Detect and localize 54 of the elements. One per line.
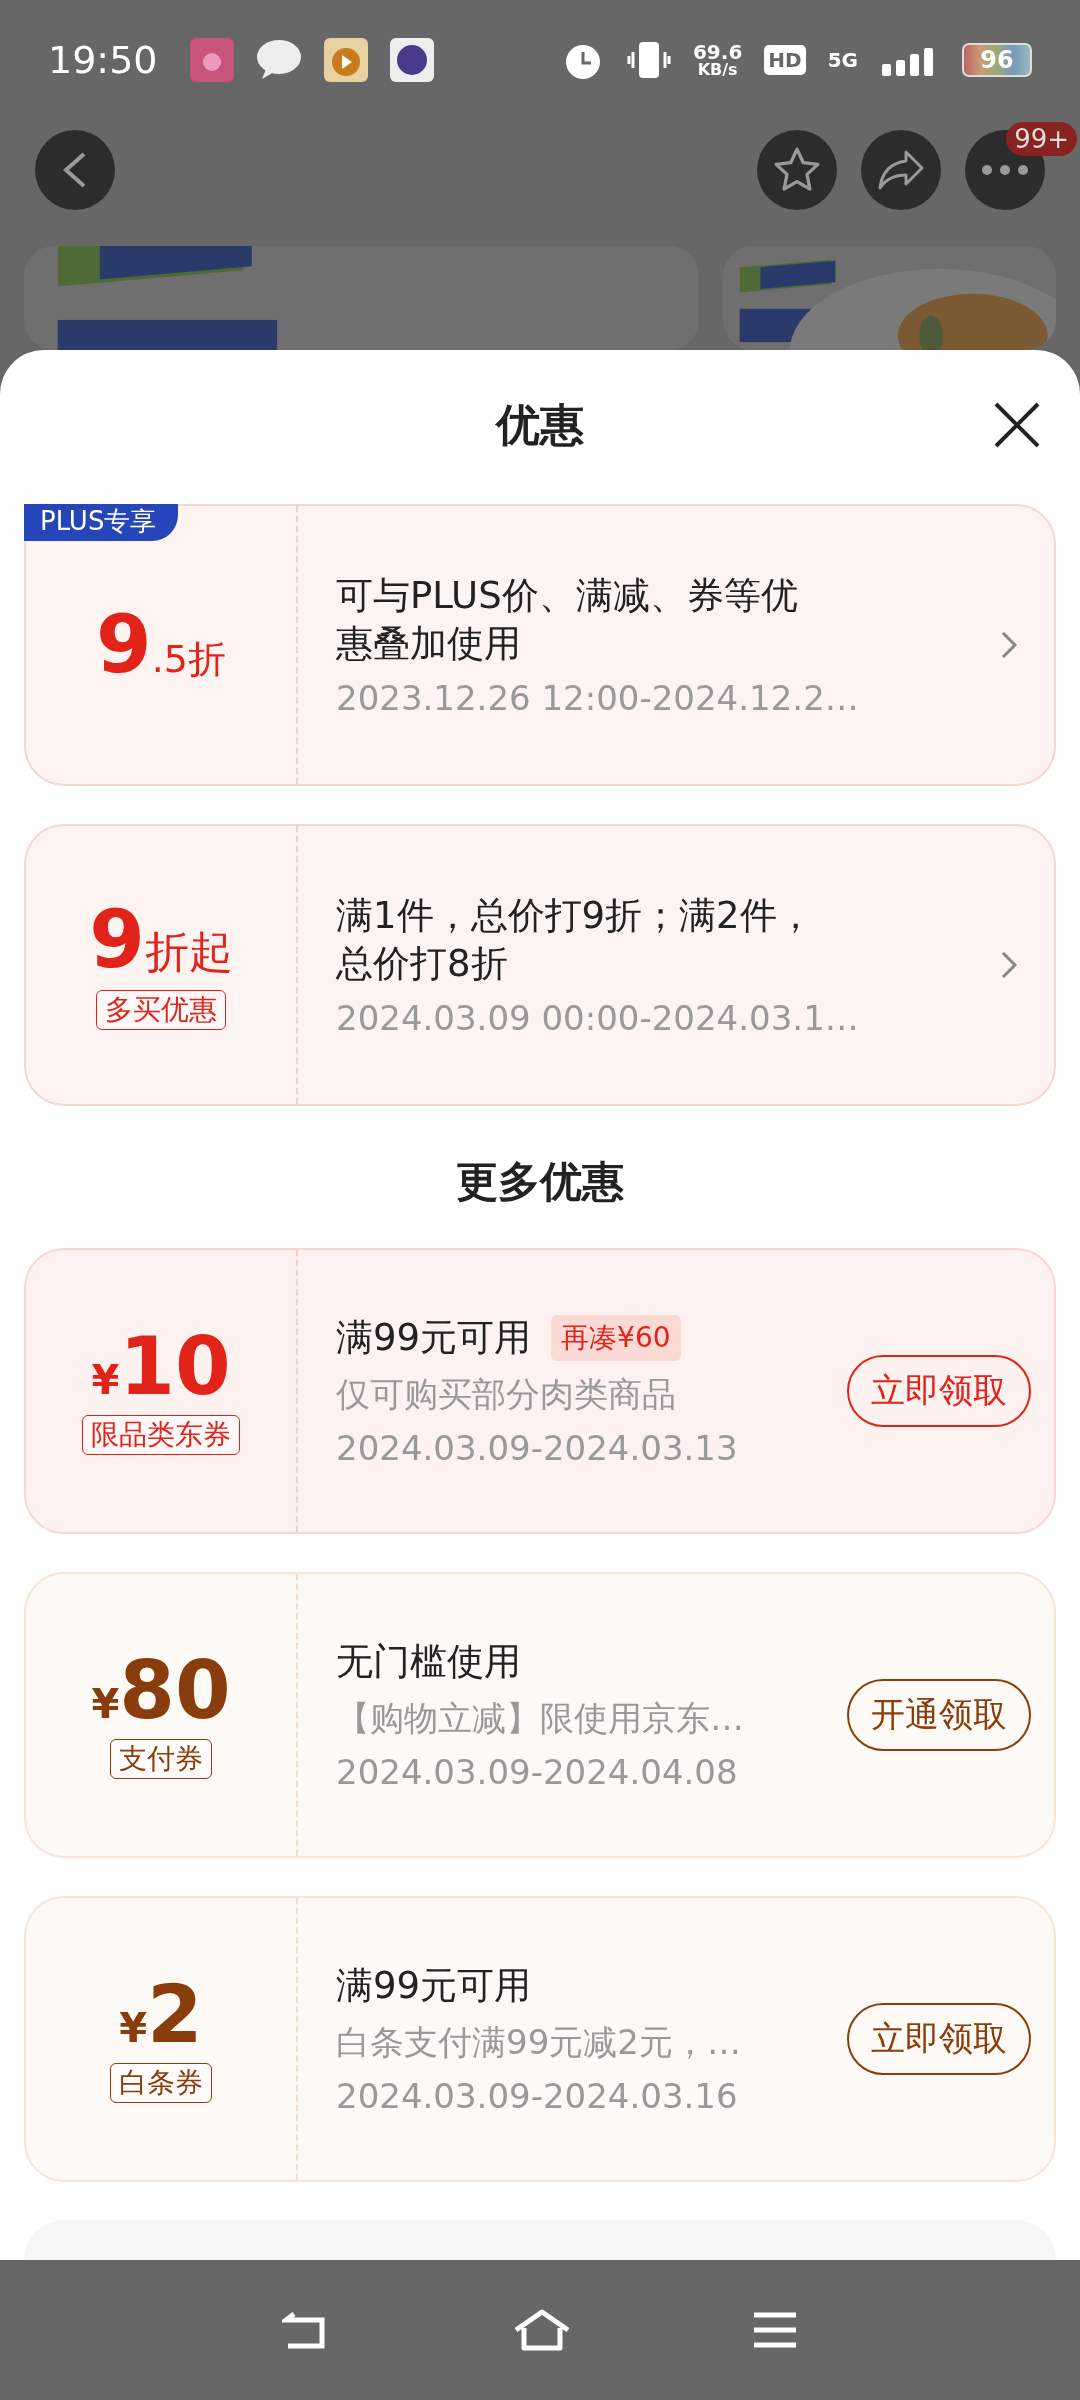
coupon-condition: 无门槛使用 bbox=[336, 1638, 521, 1685]
coupon-type: 限品类东券 bbox=[82, 1415, 240, 1455]
coupon-condition: 满99元可用 bbox=[336, 1962, 532, 2009]
status-time: 19:50 bbox=[48, 38, 158, 82]
section-title: 更多优惠 bbox=[456, 1157, 624, 1206]
coupon-type: 支付券 bbox=[110, 1739, 212, 1779]
currency-symbol: ¥ bbox=[91, 1681, 120, 1727]
currency-symbol: ¥ bbox=[119, 2005, 148, 2051]
coupon-amount: 80 bbox=[119, 1651, 231, 1731]
coupon-amount: 10 bbox=[119, 1327, 231, 1407]
discount-unit: .5折 bbox=[151, 636, 226, 683]
validity-period: 2024.03.09-2024.03.16 bbox=[336, 2076, 739, 2117]
notification-badge: 99+ bbox=[1006, 122, 1077, 156]
coupon-description: 白条支付满99元减2元，… bbox=[336, 2021, 742, 2065]
chevron-right-icon bbox=[999, 629, 1019, 661]
promotion-label: 多买优惠 bbox=[96, 990, 226, 1030]
sheet-title: 优惠 bbox=[496, 397, 584, 452]
battery-level: 96 bbox=[962, 43, 1032, 77]
menu-icon[interactable] bbox=[752, 2311, 798, 2349]
currency-symbol: ¥ bbox=[91, 1357, 120, 1403]
app-icon bbox=[389, 38, 434, 82]
close-icon[interactable] bbox=[992, 400, 1042, 450]
coupon-condition: 满99元可用 bbox=[336, 1314, 532, 1361]
hd-indicator: HD bbox=[764, 45, 806, 75]
promotion-card[interactable]: 9折起 多买优惠 满1件，总价打9折；满2件，总价打8折 2024.03.09 00:00-2024.03.1… bbox=[24, 824, 1056, 1106]
plus-badge: PLUS专享 bbox=[24, 504, 179, 541]
home-icon[interactable] bbox=[512, 2308, 572, 2352]
promotion-description: 可与PLUS价、满减、券等优惠叠加使用 bbox=[336, 572, 799, 667]
share-icon bbox=[876, 148, 926, 192]
network-type: 5G bbox=[827, 48, 858, 72]
claim-button[interactable]: 开通领取 bbox=[847, 1679, 1031, 1751]
validity-period: 2024.03.09 00:00-2024.03.1… bbox=[336, 998, 860, 1039]
chevron-right-icon bbox=[999, 949, 1019, 981]
promotion-description: 满1件，总价打9折；满2件，总价打8折 bbox=[336, 892, 815, 987]
discount-unit: 折起 bbox=[144, 925, 233, 979]
app-icon bbox=[189, 38, 234, 82]
network-speed: 69.6 bbox=[692, 42, 743, 62]
coupon-description: 【购物立减】限使用京东… bbox=[336, 1697, 745, 1741]
speed-unit: KB/s bbox=[697, 62, 738, 78]
coupon-amount: 2 bbox=[147, 1975, 203, 2055]
validity-period: 2024.03.09-2024.04.08 bbox=[336, 1752, 739, 1793]
coupon-description: 仅可购买部分肉类商品 bbox=[336, 1373, 677, 1417]
app-icon bbox=[323, 38, 368, 82]
validity-period: 2023.12.26 12:00-2024.12.2… bbox=[336, 678, 860, 719]
discount-value: 9 bbox=[96, 605, 152, 685]
more-icon bbox=[980, 164, 1030, 176]
claim-button[interactable]: 立即领取 bbox=[847, 2003, 1031, 2075]
coupon-type: 白条券 bbox=[110, 2063, 212, 2103]
remaining-hint: 再凑¥60 bbox=[551, 1315, 681, 1361]
promotion-card[interactable]: PLUS专享 9.5折 可与PLUS价、满减、券等优惠叠加使用 2023.12.26 12:00-2024.12.2… bbox=[24, 504, 1056, 786]
claim-button[interactable]: 立即领取 bbox=[847, 1355, 1031, 1427]
chat-bubble-icon bbox=[255, 39, 302, 81]
discount-value: 9 bbox=[89, 900, 145, 980]
validity-period: 2024.03.09-2024.03.13 bbox=[336, 1428, 739, 1469]
